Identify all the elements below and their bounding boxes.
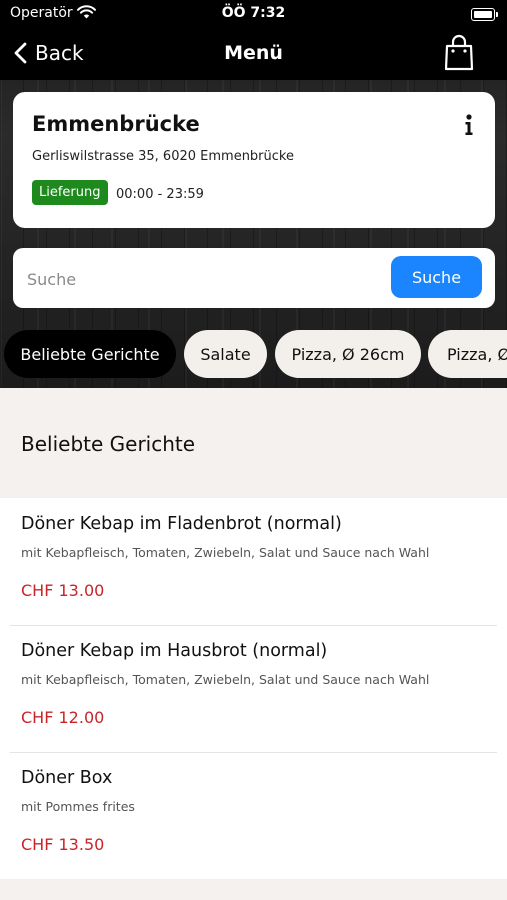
search-bar: Suche	[13, 248, 495, 308]
category-tabs: Beliebte Gerichte Salate Pizza, Ø 26cm P…	[0, 330, 507, 380]
section-title: Beliebte Gerichte	[21, 432, 196, 456]
tab-salate[interactable]: Salate	[184, 330, 267, 378]
list-footer	[0, 879, 507, 900]
menu-item-name: Döner Kebap im Hausbrot (normal)	[21, 641, 328, 661]
delivery-badge: Lieferung	[32, 180, 108, 205]
status-time: ÖÖ 7:32	[221, 5, 286, 21]
store-address: Gerliswilstrasse 35, 6020 Emmenbrücke	[32, 149, 294, 164]
tab-beliebte-gerichte[interactable]: Beliebte Gerichte	[4, 330, 176, 378]
info-icon	[465, 114, 473, 135]
menu-item-price: CHF 12.00	[21, 708, 105, 727]
status-bar: Operatör ÖÖ 7:32	[0, 0, 507, 28]
store-card: Emmenbrücke Gerliswilstrasse 35, 6020 Em…	[13, 92, 495, 228]
back-label: Back	[35, 41, 84, 65]
opening-hours: 00:00 - 23:59	[116, 187, 204, 202]
menu-item[interactable]: Döner Kebap im Hausbrot (normal) mit Keb…	[0, 625, 507, 752]
menu-item-name: Döner Box	[21, 768, 113, 788]
search-button[interactable]: Suche	[391, 256, 482, 298]
menu-item[interactable]: Döner Box mit Pommes frites CHF 13.50	[0, 752, 507, 879]
menu-item-price: CHF 13.50	[21, 835, 105, 854]
store-name: Emmenbrücke	[32, 112, 200, 136]
cart-button[interactable]	[443, 34, 475, 72]
tab-pizza[interactable]: Pizza, Ø	[428, 330, 507, 378]
menu-item[interactable]: Döner Kebap im Fladenbrot (normal) mit K…	[0, 498, 507, 625]
tab-pizza-26cm[interactable]: Pizza, Ø 26cm	[275, 330, 421, 378]
menu-item-name: Döner Kebap im Fladenbrot (normal)	[21, 514, 342, 534]
battery-icon	[471, 8, 498, 21]
menu-list: Döner Kebap im Fladenbrot (normal) mit K…	[0, 498, 507, 879]
back-button[interactable]: Back	[14, 38, 84, 68]
shopping-bag-icon	[444, 34, 474, 71]
navigation-bar: Back Menü	[0, 28, 507, 80]
chevron-left-icon	[14, 42, 27, 64]
info-button[interactable]	[463, 114, 475, 136]
menu-item-price: CHF 13.00	[21, 581, 105, 600]
menu-item-description: mit Kebapfleisch, Tomaten, Zwiebeln, Sal…	[21, 545, 430, 560]
menu-item-description: mit Pommes frites	[21, 799, 135, 814]
search-input[interactable]	[25, 261, 389, 297]
menu-item-description: mit Kebapfleisch, Tomaten, Zwiebeln, Sal…	[21, 672, 430, 687]
